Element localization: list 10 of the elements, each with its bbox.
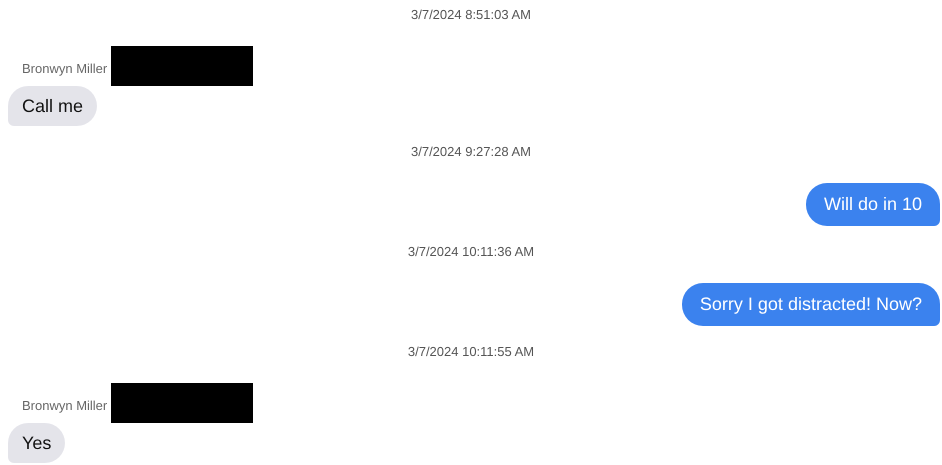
timestamp: 3/7/2024 8:51:03 AM <box>411 6 531 24</box>
incoming-message: Call me <box>8 86 98 126</box>
incoming-message: Yes <box>8 423 66 463</box>
outgoing-message: Sorry I got distracted! Now? <box>682 283 940 326</box>
sender-name: Bronwyn Miller <box>22 397 108 415</box>
timestamp: 3/7/2024 9:27:28 AM <box>411 143 531 161</box>
timestamp: 3/7/2024 10:11:36 AM <box>408 243 534 261</box>
sender-name: Bronwyn Miller <box>22 60 108 78</box>
outgoing-message: Will do in 10 <box>806 183 940 226</box>
timestamp: 3/7/2024 10:11:55 AM <box>408 343 534 361</box>
